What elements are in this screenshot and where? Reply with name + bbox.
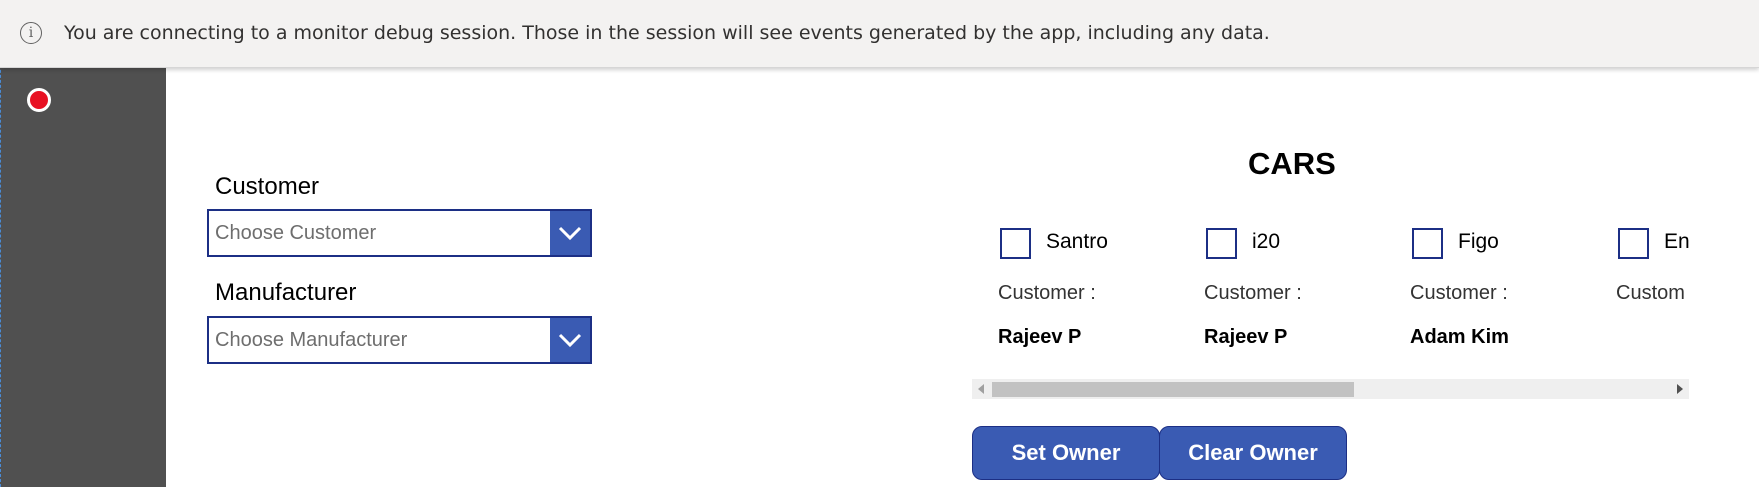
- record-icon[interactable]: [27, 88, 51, 112]
- manufacturer-label: Manufacturer: [215, 279, 357, 306]
- manufacturer-dropdown[interactable]: Choose Manufacturer: [207, 316, 592, 364]
- customer-name: Rajeev P: [998, 326, 1082, 348]
- car-checkbox[interactable]: [1412, 228, 1443, 259]
- clear-owner-button[interactable]: Clear Owner: [1159, 426, 1347, 480]
- manufacturer-dropdown-button[interactable]: [550, 318, 590, 362]
- customer-field-label: Custom: [1616, 282, 1685, 304]
- chevron-down-icon: [558, 226, 582, 241]
- car-checkbox[interactable]: [1206, 228, 1237, 259]
- customer-label: Customer: [215, 173, 320, 200]
- customer-field-label: Customer :: [1410, 282, 1508, 304]
- gallery-scrollbar[interactable]: [972, 379, 1689, 399]
- left-sidebar: [0, 0, 166, 487]
- car-name: En: [1664, 230, 1689, 253]
- customer-name: Rajeev P: [1204, 326, 1288, 348]
- customer-dropdown[interactable]: Choose Customer: [207, 209, 592, 257]
- customer-field-label: Customer :: [1204, 282, 1302, 304]
- notice-text: You are connecting to a monitor debug se…: [64, 22, 1270, 44]
- chevron-down-icon: [558, 333, 582, 348]
- customer-field-label: Customer :: [998, 282, 1096, 304]
- car-checkbox[interactable]: [1618, 228, 1649, 259]
- car-checkbox[interactable]: [1000, 228, 1031, 259]
- customer-dropdown-placeholder: Choose Customer: [215, 222, 377, 244]
- manufacturer-dropdown-placeholder: Choose Manufacturer: [215, 329, 408, 351]
- car-item: Santro Customer : Rajeev P: [972, 212, 1178, 362]
- scrollbar-thumb[interactable]: [992, 382, 1354, 397]
- scroll-right-icon[interactable]: [1677, 384, 1683, 394]
- car-item: Figo Customer : Adam Kim: [1384, 212, 1590, 362]
- car-item: i20 Customer : Rajeev P: [1178, 212, 1384, 362]
- scroll-left-icon[interactable]: [978, 384, 984, 394]
- car-name: i20: [1252, 230, 1281, 253]
- car-item: En Custom: [1590, 212, 1689, 362]
- set-owner-button[interactable]: Set Owner: [972, 426, 1160, 480]
- cars-gallery: Santro Customer : Rajeev P i20 Customer …: [972, 212, 1689, 362]
- customer-name: Adam Kim: [1410, 326, 1509, 348]
- cars-title: CARS: [1248, 146, 1336, 181]
- info-icon: i: [20, 22, 42, 44]
- debug-session-notice: i You are connecting to a monitor debug …: [0, 0, 1759, 68]
- car-name: Figo: [1458, 230, 1499, 253]
- car-name: Santro: [1046, 230, 1108, 253]
- customer-dropdown-button[interactable]: [550, 211, 590, 255]
